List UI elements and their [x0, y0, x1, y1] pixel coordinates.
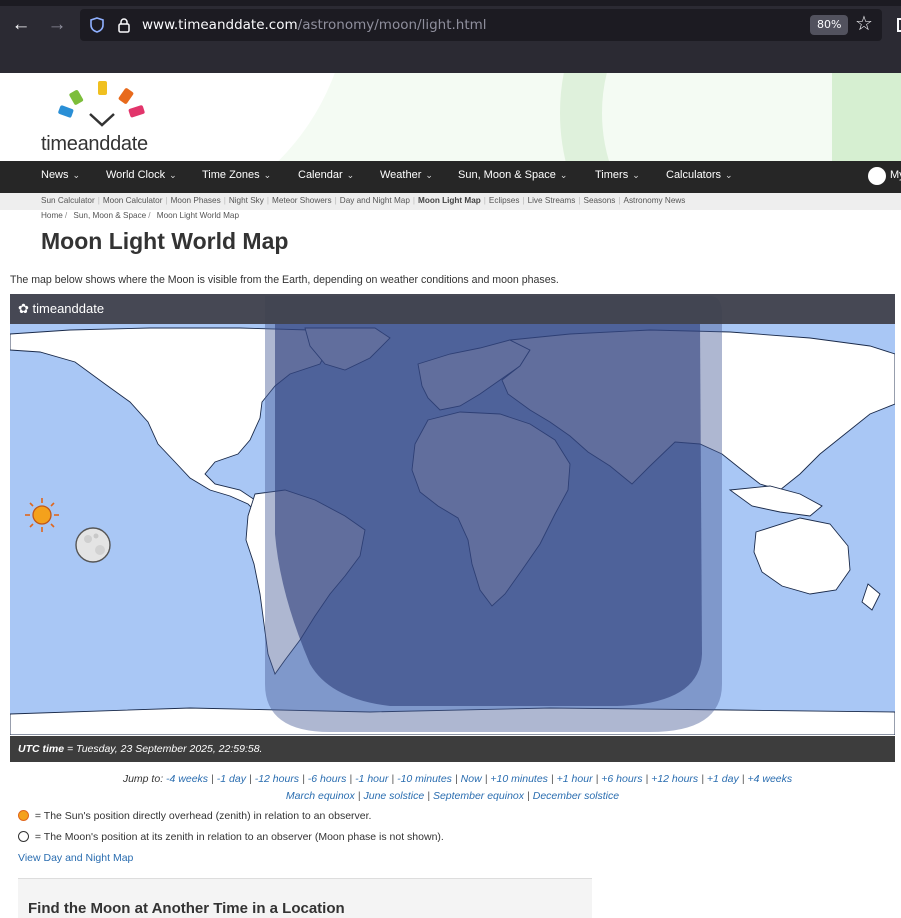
- subnav-item-day-and-night-map[interactable]: Day and Night Map: [340, 196, 410, 205]
- jump-link[interactable]: Now: [461, 773, 482, 785]
- back-arrow-icon[interactable]: ←: [8, 12, 34, 38]
- find-moon-title: Find the Moon at Another Time in a Locat…: [28, 900, 345, 917]
- sun-legend-icon: [18, 810, 29, 821]
- site-header: timeanddate: [0, 73, 901, 161]
- nav-item-news[interactable]: News ⌄: [41, 169, 80, 181]
- chevron-down-icon: ⌄: [346, 170, 355, 180]
- moon-position-icon: [75, 527, 111, 563]
- utc-time-bar: UTC time = Tuesday, 23 September 2025, 2…: [10, 736, 895, 762]
- legend-sun-text: = The Sun's position directly overhead (…: [32, 810, 372, 822]
- chevron-down-icon: ⌄: [72, 170, 81, 180]
- subnav-item-sun-calculator[interactable]: Sun Calculator: [41, 196, 95, 205]
- chevron-down-icon: ⌄: [169, 170, 177, 180]
- browser-toolbar: ← → www.timeanddate.com/astronomy/moon/l…: [0, 6, 901, 44]
- jump-link[interactable]: -10 minutes: [397, 773, 452, 785]
- season-link[interactable]: December solstice: [533, 790, 619, 802]
- account-avatar-icon[interactable]: [868, 167, 886, 185]
- jump-link[interactable]: +6 hours: [601, 773, 642, 785]
- jump-link[interactable]: +12 hours: [651, 773, 698, 785]
- chevron-down-icon: ⌄: [725, 170, 733, 180]
- chevron-down-icon: ⌄: [632, 170, 640, 180]
- legend-moon-text: = The Moon's position at its zenith in r…: [32, 831, 444, 843]
- nav-item-sun-moon-space[interactable]: Sun, Moon & Space ⌄: [458, 169, 567, 181]
- jump-link[interactable]: +1 day: [707, 773, 739, 785]
- zoom-level-badge[interactable]: 80%: [810, 15, 849, 35]
- jump-link[interactable]: +1 hour: [557, 773, 593, 785]
- nav-item-calendar[interactable]: Calendar ⌄: [298, 169, 354, 181]
- main-navigation: News ⌄ World Clock ⌄ Time Zones ⌄ Calendar ⌄…: [0, 161, 901, 193]
- bookmark-star-icon[interactable]: ☆: [855, 12, 873, 36]
- nav-item-world-clock[interactable]: World Clock ⌄: [106, 169, 177, 181]
- chevron-down-icon: ⌄: [559, 170, 568, 180]
- breadcrumb-current: Moon Light World Map: [156, 211, 240, 220]
- season-link[interactable]: September equinox: [433, 790, 524, 802]
- page-title: Moon Light World Map: [41, 228, 289, 254]
- find-moon-box: Find the Moon at Another Time in a Locat…: [18, 878, 592, 918]
- breadcrumb-sun-moon-space[interactable]: Sun, Moon & Space: [73, 211, 146, 220]
- jump-link[interactable]: -1 day: [217, 773, 246, 785]
- subnav-item-night-sky[interactable]: Night Sky: [229, 196, 264, 205]
- subnav-item-moon-calculator[interactable]: Moon Calculator: [103, 196, 163, 205]
- sub-navigation: Sun Calculator | Moon Calculator | Moon Phas…: [0, 193, 901, 210]
- legend-sun: = The Sun's position directly overhead (…: [18, 810, 371, 822]
- breadcrumb-home[interactable]: Home: [41, 211, 63, 220]
- subnav-item-live-streams[interactable]: Live Streams: [528, 196, 576, 205]
- nav-item-calculators[interactable]: Calculators ⌄: [666, 169, 733, 181]
- subnav-item-meteor-showers[interactable]: Meteor Showers: [272, 196, 332, 205]
- jump-link[interactable]: -6 hours: [308, 773, 347, 785]
- account-label[interactable]: My: [890, 169, 901, 181]
- moon-legend-icon: [18, 831, 29, 842]
- nav-item-timers[interactable]: Timers ⌄: [595, 169, 640, 181]
- jump-to-label: Jump to:: [122, 773, 167, 785]
- world-map-svg: [10, 296, 895, 735]
- url-bar[interactable]: www.timeanddate.com/astronomy/moon/light…: [80, 9, 882, 41]
- moon-light-map[interactable]: ✿ timeanddate: [10, 294, 895, 735]
- logo-rays-icon: [58, 81, 145, 127]
- extensions-icon[interactable]: [897, 18, 901, 32]
- intro-text: The map below shows where the Moon is vi…: [10, 274, 559, 286]
- forward-arrow-icon[interactable]: →: [44, 12, 70, 38]
- equinox-links: March equinox | June solstice | September eq…: [285, 790, 620, 802]
- chevron-down-icon: ⌄: [263, 170, 272, 180]
- breadcrumb: Home / Sun, Moon & Space / Moon Light Worl…: [41, 211, 240, 220]
- chevron-down-icon: ⌄: [425, 170, 433, 180]
- jump-to-links: Jump to: -4 weeks | -1 day | -12 hours | -6 ho…: [122, 773, 793, 785]
- url-text[interactable]: www.timeanddate.com/astronomy/moon/light…: [142, 17, 487, 33]
- subnav-item-moon-phases[interactable]: Moon Phases: [171, 196, 221, 205]
- legend-moon: = The Moon's position at its zenith in r…: [18, 831, 444, 843]
- moon-visible-core-zone: [275, 324, 702, 706]
- subnav-item-moon-light-map[interactable]: Moon Light Map: [418, 196, 481, 205]
- jump-link[interactable]: -4 weeks: [166, 773, 208, 785]
- tracking-shield-icon[interactable]: [90, 17, 104, 33]
- browser-toolbar-gap: [0, 44, 901, 73]
- map-header-bar: ✿ timeanddate: [10, 294, 895, 324]
- logo-wordmark: timeanddate: [41, 133, 148, 155]
- view-day-night-map-link[interactable]: View Day and Night Map: [18, 852, 133, 864]
- nav-item-weather[interactable]: Weather ⌄: [380, 169, 433, 181]
- subnav-item-eclipses[interactable]: Eclipses: [489, 196, 520, 205]
- site-logo[interactable]: timeanddate: [41, 79, 171, 157]
- subnav-item-astronomy-news[interactable]: Astronomy News: [624, 196, 686, 205]
- utc-label: UTC time: [18, 743, 65, 755]
- jump-link[interactable]: -12 hours: [255, 773, 299, 785]
- jump-link[interactable]: +10 minutes: [490, 773, 548, 785]
- lock-icon[interactable]: [117, 17, 131, 33]
- utc-value: = Tuesday, 23 September 2025, 22:59:58.: [64, 743, 263, 755]
- jump-link[interactable]: -1 hour: [355, 773, 388, 785]
- subnav-links: Sun Calculator | Moon Calculator | Moon Phas…: [41, 196, 686, 205]
- map-logo: ✿ timeanddate: [18, 301, 105, 316]
- season-link[interactable]: June solstice: [364, 790, 425, 802]
- nav-item-time-zones[interactable]: Time Zones ⌄: [202, 169, 271, 181]
- season-link[interactable]: March equinox: [286, 790, 355, 802]
- subnav-item-seasons[interactable]: Seasons: [583, 196, 615, 205]
- jump-link[interactable]: +4 weeks: [747, 773, 792, 785]
